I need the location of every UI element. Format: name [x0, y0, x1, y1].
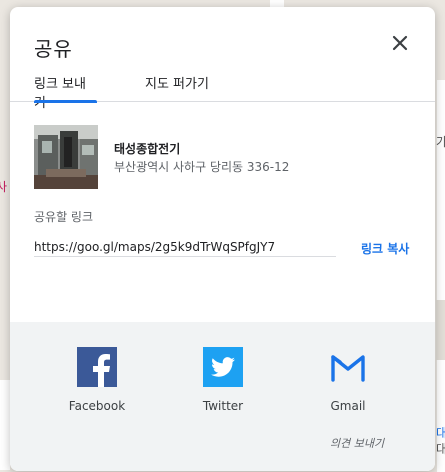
share-twitter-button[interactable]: Twitter — [183, 347, 263, 413]
dialog-title: 공유 — [34, 37, 73, 61]
close-button[interactable] — [388, 31, 412, 55]
share-gmail-button[interactable]: Gmail — [308, 347, 388, 413]
close-icon — [392, 35, 408, 51]
share-label: Gmail — [330, 399, 366, 413]
share-dialog: 공유 링크 보내기 지도 퍼가기 태성종합전기 부산광역시 사하구 당리동 33… — [10, 7, 435, 471]
tab-label: 링크 보내기 — [34, 77, 86, 111]
tab-label: 지도 퍼가기 — [145, 77, 209, 92]
map-label: 대 — [436, 442, 445, 456]
share-label: Twitter — [202, 399, 244, 413]
tab-embed-map[interactable]: 지도 퍼가기 — [145, 73, 215, 102]
share-facebook-button[interactable]: Facebook — [57, 347, 137, 413]
copy-link-button[interactable]: 링크 복사 — [361, 240, 409, 257]
active-tab-indicator — [34, 100, 97, 103]
share-link-label: 공유할 링크 — [34, 210, 94, 224]
share-link-field[interactable] — [34, 237, 336, 257]
map-label: 사 — [0, 180, 8, 194]
place-name: 태성종합전기 — [114, 142, 181, 156]
share-targets: Facebook Twitter Gmail 의견 보내기 — [10, 322, 435, 471]
twitter-icon — [203, 347, 243, 387]
place-photo — [34, 125, 98, 189]
map-label: 대 — [436, 426, 445, 440]
facebook-icon — [77, 347, 117, 387]
tab-bar: 링크 보내기 지도 퍼가기 — [10, 69, 435, 111]
place-address: 부산광역시 사하구 당리동 336-12 — [114, 160, 290, 174]
gmail-icon — [331, 355, 365, 382]
map-label: 가 — [436, 135, 445, 149]
send-feedback-link[interactable]: 의견 보내기 — [330, 435, 384, 451]
share-label: Facebook — [68, 399, 126, 413]
tab-send-link[interactable]: 링크 보내기 — [34, 73, 97, 111]
